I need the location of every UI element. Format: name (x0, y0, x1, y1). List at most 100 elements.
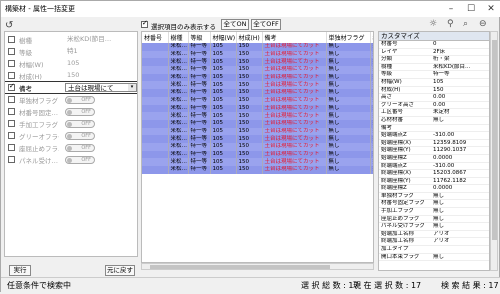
property-row[interactable]: 始端加工名称 アリオ (379, 231, 489, 239)
property-row[interactable]: 材成(H) 150 (379, 87, 489, 95)
attribute-checkbox[interactable] (8, 36, 15, 43)
attribute-row[interactable]: 単独材フラグ OFF (5, 94, 137, 105)
attribute-checkbox[interactable] (8, 60, 15, 67)
attribute-row[interactable]: 備考 土台は現場にて ▾ (5, 81, 137, 94)
grid-horizontal-scrollbar[interactable] (141, 263, 374, 270)
attribute-row[interactable]: 手加工フラグ OFF (5, 118, 137, 129)
property-row[interactable]: 始端座標Z 0.0000 (379, 155, 489, 163)
column-header[interactable]: 材成(H) (236, 32, 263, 43)
maximize-button[interactable]: ☐ (461, 1, 481, 17)
property-row[interactable]: 座屈止めフラグ 無し (379, 216, 489, 224)
property-row[interactable]: 等級 特一等 (379, 71, 489, 79)
column-header[interactable]: 材番 (370, 32, 373, 43)
run-button[interactable]: 実行 (9, 265, 31, 276)
attribute-row[interactable]: 等級 特1 (5, 46, 137, 57)
table-row[interactable]: 米松…特一等105150土台は現場にてカット無し無 (142, 58, 373, 67)
column-header[interactable]: 材幅(W) (210, 32, 237, 43)
property-row[interactable]: 材番号 0 (379, 41, 489, 49)
attribute-checkbox[interactable] (8, 132, 15, 139)
minimize-button[interactable]: – (441, 1, 461, 17)
table-row[interactable]: 米松…特一等105150土台は現場にてカット無し無 (142, 50, 373, 59)
table-row[interactable]: 米松…特一等105150土台は現場にてカット無し無 (142, 96, 373, 105)
settings-sun-icon[interactable]: ☼ (429, 19, 437, 29)
table-row[interactable]: 米松…特一等105150土台は現場にてカット無し無 (142, 158, 373, 166)
property-row[interactable]: グリーオ高さ 0.00 (379, 102, 489, 110)
property-row[interactable]: 加工タイプ (379, 246, 489, 254)
attribute-toggle[interactable]: OFF (65, 95, 95, 104)
attribute-row[interactable]: 材番号固定… OFF (5, 106, 137, 117)
property-row[interactable]: 材番号固定フラグ 無し (379, 200, 489, 209)
property-row[interactable]: 芯材材番 無し (379, 117, 489, 125)
property-row[interactable]: 終端座標(X) 15203.0867 (379, 170, 489, 178)
table-row[interactable]: 米松…特一等105150土台は現場にてカット無し無 (142, 81, 373, 90)
scroll-thumb[interactable] (150, 265, 330, 269)
table-row[interactable]: 米松…特一等105150土台は現場にてカット無し無 (142, 135, 373, 143)
table-row[interactable]: 米松…特一等105150土台は現場にてカット無し無 (142, 127, 373, 136)
property-row[interactable]: 工区番号 未定材 (379, 109, 489, 117)
attribute-row[interactable]: グリーオフラグ OFF (5, 130, 137, 141)
property-row[interactable]: 終端座標Z 0.0000 (379, 185, 489, 193)
table-row[interactable]: 米松…特一等105150土台は現場にてカット無し無 (142, 66, 373, 74)
property-row[interactable]: 材幅(W) 105 (379, 79, 489, 87)
property-row[interactable]: 開口本束フラグ 無し (379, 254, 489, 262)
column-header[interactable]: 備考 (262, 32, 327, 43)
property-row[interactable]: 樹種 米松KD(節目... (379, 64, 489, 72)
table-row[interactable]: 米松…特一等105150土台は現場にてカット無し無 (142, 89, 373, 97)
all-on-button[interactable]: 全てON (221, 19, 249, 30)
table-row[interactable]: 米松…特一等105150土台は現場にてカット無し無 (142, 112, 373, 120)
attribute-toggle[interactable]: OFF (65, 107, 95, 116)
show-checked-only-checkbox[interactable] (141, 19, 148, 28)
table-row[interactable]: 米松…特一等105150土台は現場にてカット無し無 (142, 73, 373, 82)
all-off-button[interactable]: 全てOFF (251, 19, 281, 30)
column-header[interactable]: 材番号 (142, 32, 169, 43)
property-row[interactable]: パネル受けフラグ 無し (379, 223, 489, 231)
property-row[interactable]: 始端座標(X) 12359.8109 (379, 140, 489, 148)
table-row[interactable]: 米松…特一等105150土台は現場にてカット無し無 (142, 150, 373, 159)
attribute-row[interactable]: 材成(H) 150 (5, 70, 137, 81)
search-icon[interactable]: ⚲ (447, 19, 454, 29)
attribute-row[interactable]: 樹種 米松KD(節目… (5, 34, 137, 45)
scroll-thumb[interactable] (492, 40, 497, 240)
column-header[interactable]: 樹種 (168, 32, 189, 43)
property-row[interactable]: 分類 桁・梁 (379, 56, 489, 64)
table-row[interactable]: 米松…特一等105150土台は現場にてカット無し無 (142, 119, 373, 128)
zoom-out-icon[interactable]: ⊖ (479, 19, 487, 29)
zoom-search-icon[interactable]: ⌕ (463, 19, 468, 29)
table-row[interactable]: 米松…特一等105150土台は現場にてカット無し無 (142, 43, 373, 51)
attribute-checkbox[interactable] (8, 72, 15, 79)
property-row[interactable]: 手加工フラグ 無し (379, 208, 489, 216)
table-row[interactable]: 米松…特一等105150土台は現場にてカット無し無 (142, 166, 373, 174)
undo-button[interactable]: 元に戻す (105, 265, 135, 276)
property-row[interactable]: 終端座標(Y) 11762.1182 (379, 178, 489, 186)
property-row[interactable]: 終端端点Z -310.00 (379, 163, 489, 171)
attribute-row[interactable]: パネル受け… OFF (5, 154, 137, 165)
table-row[interactable]: 米松…特一等105150土台は現場にてカット無し無 (142, 142, 373, 151)
property-row[interactable]: 高さ 0.00 (379, 94, 489, 102)
property-row[interactable]: 終端加工名称 アリオ (379, 238, 489, 247)
attribute-combo[interactable]: 土台は現場にて ▾ (65, 83, 137, 92)
attribute-checkbox[interactable] (8, 48, 15, 55)
property-vertical-scrollbar[interactable] (490, 31, 498, 271)
table-row[interactable]: 米松…特一等105150土台は現場にてカット無し無 (142, 104, 373, 113)
property-row[interactable]: 単独材フラグ 無し (379, 193, 489, 201)
attribute-checkbox[interactable] (8, 120, 15, 127)
property-row[interactable]: 備考 (379, 125, 489, 133)
undo-arrow-icon[interactable]: ↺ (5, 20, 13, 31)
attribute-checkbox[interactable] (8, 96, 15, 103)
attribute-toggle[interactable]: OFF (65, 131, 95, 140)
property-row[interactable]: レイヤ 2F床 (379, 49, 489, 57)
attribute-toggle[interactable]: OFF (65, 143, 95, 152)
attribute-toggle[interactable]: OFF (65, 155, 95, 164)
column-header[interactable]: 等級 (188, 32, 211, 43)
property-row[interactable]: 始端座標(Y) 11290.1037 (379, 147, 489, 155)
attribute-row[interactable]: 材幅(W) 105 (5, 58, 137, 69)
chevron-down-icon[interactable]: ▾ (128, 84, 136, 91)
attribute-checkbox[interactable] (8, 144, 15, 151)
attribute-checkbox[interactable] (8, 108, 15, 115)
attribute-checkbox[interactable] (8, 82, 15, 91)
attribute-row[interactable]: 座屈止めフラ… OFF (5, 142, 137, 153)
column-header[interactable]: 単独材フラグ (326, 32, 371, 43)
attribute-toggle[interactable]: OFF (65, 119, 95, 128)
close-button[interactable]: ✕ (481, 1, 500, 17)
property-row[interactable]: 始端端点Z -310.00 (379, 132, 489, 140)
